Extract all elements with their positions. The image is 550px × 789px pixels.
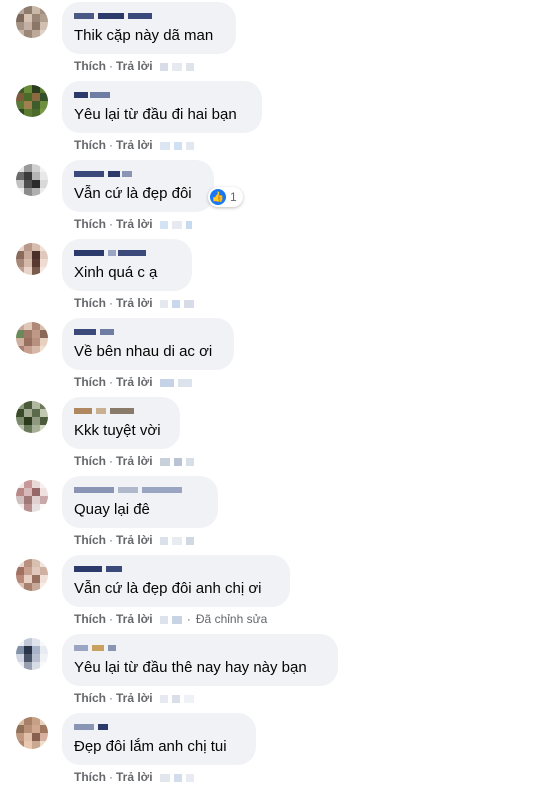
comment-actions: Thích · Trả lời: [74, 137, 194, 153]
author-name-blurred[interactable]: [74, 166, 154, 180]
comment-item: Yêu lại từ đầu thê nay hay này bạn Thích…: [0, 632, 550, 710]
avatar[interactable]: [16, 164, 48, 196]
like-link[interactable]: Thích: [74, 691, 106, 705]
comment-item: Về bên nhau di ac ơi Thích · Trả lời: [0, 316, 550, 394]
like-link[interactable]: Thích: [74, 612, 106, 626]
author-name-blurred[interactable]: [74, 640, 154, 654]
comment-item: Quay lại đê Thích · Trả lời: [0, 474, 550, 552]
comment-actions: Thích · Trả lời: [74, 532, 194, 548]
reply-link[interactable]: Trả lời: [116, 296, 153, 310]
comment-item: Đẹp đôi lắm anh chị tui Thích · Trả lời: [0, 711, 550, 789]
reply-link[interactable]: Trả lời: [116, 612, 153, 626]
edited-label: Đã chỉnh sửa: [195, 612, 268, 626]
timestamp-blurred[interactable]: [159, 220, 194, 229]
avatar[interactable]: [16, 559, 48, 591]
comment-text: Vẫn cứ là đẹp đôi: [74, 185, 192, 202]
comment-bubble: Kkk tuyệt vời: [62, 397, 180, 449]
comment-bubble: Xinh quá c ạ: [62, 239, 192, 291]
comment-bubble: Vẫn cứ là đẹp đôi anh chị ơi: [62, 555, 290, 607]
comment-actions: Thích · Trả lời: [74, 453, 194, 469]
author-name-blurred[interactable]: [74, 561, 154, 575]
like-icon: 👍: [210, 189, 226, 205]
reply-link[interactable]: Trả lời: [116, 59, 153, 73]
comment-actions: Thích · Trả lời: [74, 769, 194, 785]
comment-item: Kkk tuyệt vời Thích · Trả lời: [0, 395, 550, 473]
comment-actions: Thích · Trả lời: [74, 295, 194, 311]
comment-text: Xinh quá c ạ: [74, 264, 158, 281]
reply-link[interactable]: Trả lời: [116, 533, 153, 547]
like-link[interactable]: Thích: [74, 217, 106, 231]
author-name-blurred[interactable]: [74, 245, 154, 259]
reply-link[interactable]: Trả lời: [116, 770, 153, 784]
comment-text: Yêu lại từ đầu đi hai bạn: [74, 106, 237, 123]
avatar[interactable]: [16, 717, 48, 749]
comment-bubble: Vẫn cứ là đẹp đôi: [62, 160, 214, 212]
comment-actions: Thích · Trả lời: [74, 58, 194, 74]
comment-text: Yêu lại từ đầu thê nay hay này bạn: [74, 659, 307, 676]
avatar[interactable]: [16, 6, 48, 38]
like-link[interactable]: Thích: [74, 138, 106, 152]
timestamp-blurred[interactable]: [159, 378, 194, 387]
like-link[interactable]: Thích: [74, 454, 106, 468]
comment-bubble: Về bên nhau di ac ơi: [62, 318, 234, 370]
reaction-count: 1: [230, 190, 237, 204]
comment-item: Thik cặp này dã man Thích · Trả lời: [0, 0, 550, 78]
avatar[interactable]: [16, 243, 48, 275]
avatar[interactable]: [16, 401, 48, 433]
like-link[interactable]: Thích: [74, 533, 106, 547]
timestamp-blurred[interactable]: [159, 62, 194, 71]
comment-actions: Thích · Trả lời · Đã chỉnh sửa: [74, 612, 268, 626]
comment-text: Đẹp đôi lắm anh chị tui: [74, 738, 227, 755]
timestamp-blurred[interactable]: [159, 694, 194, 703]
author-name-blurred[interactable]: [74, 719, 154, 733]
avatar[interactable]: [16, 85, 48, 117]
author-name-blurred[interactable]: [74, 482, 204, 496]
comment-text: Vẫn cứ là đẹp đôi anh chị ơi: [74, 580, 262, 597]
timestamp-blurred[interactable]: [159, 299, 194, 308]
like-link[interactable]: Thích: [74, 375, 106, 389]
timestamp-blurred[interactable]: [159, 773, 194, 782]
author-name-blurred[interactable]: [74, 324, 154, 338]
reply-link[interactable]: Trả lời: [116, 691, 153, 705]
timestamp-blurred[interactable]: [159, 457, 194, 466]
comment-item: Vẫn cứ là đẹp đôi Thích · Trả lời: [0, 158, 550, 236]
timestamp-blurred[interactable]: [159, 615, 184, 624]
comment-bubble: Yêu lại từ đầu thê nay hay này bạn: [62, 634, 338, 686]
like-link[interactable]: Thích: [74, 296, 106, 310]
author-name-blurred[interactable]: [74, 8, 154, 22]
avatar[interactable]: [16, 322, 48, 354]
comment-item: Yêu lại từ đầu đi hai bạn Thích · Trả lời: [0, 79, 550, 157]
reply-link[interactable]: Trả lời: [116, 375, 153, 389]
timestamp-blurred[interactable]: [159, 536, 194, 545]
like-link[interactable]: Thích: [74, 770, 106, 784]
author-name-blurred[interactable]: [74, 87, 154, 101]
comment-actions: Thích · Trả lời: [74, 690, 194, 706]
comment-bubble: Yêu lại từ đầu đi hai bạn: [62, 81, 262, 133]
comment-bubble: Đẹp đôi lắm anh chị tui: [62, 713, 256, 765]
comment-text: Quay lại đê: [74, 501, 150, 518]
reaction-badge[interactable]: 👍 1: [208, 187, 243, 207]
comment-text: Về bên nhau di ac ơi: [74, 343, 213, 360]
comment-item: Xinh quá c ạ Thích · Trả lời: [0, 237, 550, 315]
comment-text: Kkk tuyệt vời: [74, 422, 161, 439]
comment-actions: Thích · Trả lời: [74, 374, 194, 390]
reply-link[interactable]: Trả lời: [116, 217, 153, 231]
reply-link[interactable]: Trả lời: [116, 454, 153, 468]
avatar[interactable]: [16, 638, 48, 670]
author-name-blurred[interactable]: [74, 403, 154, 417]
reply-link[interactable]: Trả lời: [116, 138, 153, 152]
comment-text: Thik cặp này dã man: [74, 27, 214, 44]
comment-bubble: Quay lại đê: [62, 476, 218, 528]
avatar[interactable]: [16, 480, 48, 512]
comment-item: Vẫn cứ là đẹp đôi anh chị ơi Thích · Trả l…: [0, 553, 550, 631]
like-link[interactable]: Thích: [74, 59, 106, 73]
comment-actions: Thích · Trả lời: [74, 216, 194, 232]
comment-bubble: Thik cặp này dã man: [62, 2, 236, 54]
timestamp-blurred[interactable]: [159, 141, 194, 150]
